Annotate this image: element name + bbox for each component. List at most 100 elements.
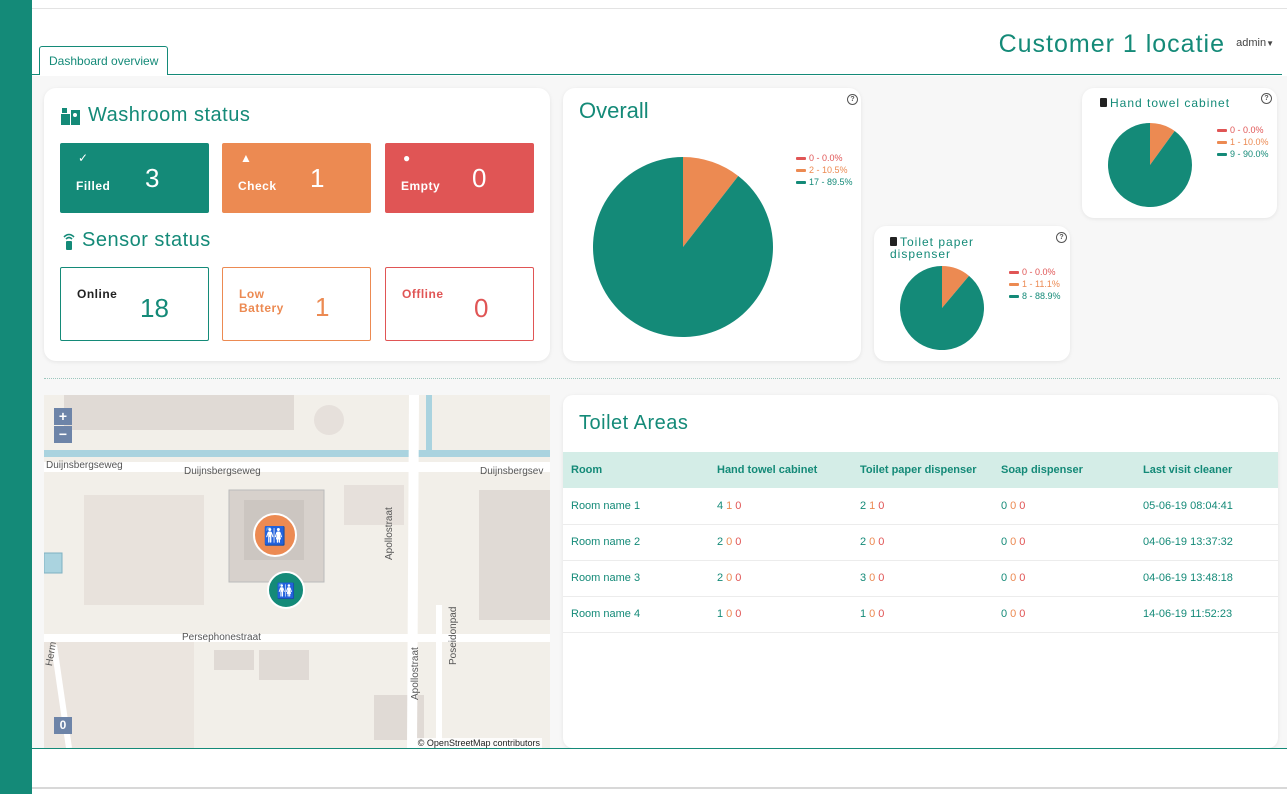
- table-row[interactable]: Room name 4 1 0 0 1 0 0 0 0 0 14-06-19 11:52:23: [563, 596, 1278, 633]
- zoom-in-button[interactable]: +: [54, 408, 72, 425]
- offline-label: Offline: [402, 287, 444, 301]
- empty-count: 0: [472, 163, 487, 193]
- map-attribution[interactable]: © OpenStreetMap contributors: [415, 738, 542, 748]
- tab-dashboard-overview[interactable]: Dashboard overview: [39, 46, 169, 75]
- table-row[interactable]: Room name 3 2 0 0 3 0 0 0 0 0 04-06-19 13:48:18: [563, 560, 1278, 597]
- zoom-out-button[interactable]: −: [54, 426, 72, 443]
- street-label: Apollostraat: [410, 647, 421, 700]
- room-name-cell[interactable]: Room name 4: [563, 596, 709, 633]
- status-count: 0: [1019, 572, 1026, 584]
- check-status-box[interactable]: ▲ Check 1: [222, 143, 371, 213]
- paper-status-cell: 210: [852, 488, 993, 525]
- status-count: 0: [1010, 608, 1017, 620]
- building: [314, 405, 344, 435]
- check-count: 1: [310, 163, 325, 193]
- washroom-status-heading: Washroom status: [60, 104, 250, 127]
- building: [84, 495, 204, 605]
- column-header-room[interactable]: Room: [563, 452, 709, 488]
- status-count: 3: [860, 572, 867, 584]
- pool: [44, 552, 63, 574]
- building: [344, 485, 404, 525]
- towel-status-cell: 100: [709, 596, 852, 633]
- status-count: 1: [717, 608, 724, 620]
- towel-status-cell: 410: [709, 488, 852, 525]
- help-icon[interactable]: ?: [1261, 93, 1272, 104]
- low-battery-status-box[interactable]: Low Battery 1: [222, 267, 371, 341]
- towel-status-cell: 200: [709, 524, 852, 561]
- street-label: Poseidonpad: [448, 606, 459, 665]
- help-icon[interactable]: ?: [1056, 232, 1067, 243]
- chevron-down-icon: ▼: [1266, 39, 1274, 48]
- map-canvas: 🚻 🚻: [44, 395, 550, 748]
- building: [479, 490, 550, 620]
- column-header-hand-towel[interactable]: Hand towel cabinet: [709, 452, 852, 488]
- legend-item: 8 - 88.9%: [1009, 290, 1061, 302]
- toilet-areas-card: Toilet Areas Room Hand towel cabinet Toi…: [563, 395, 1278, 748]
- legend-item: 1 - 11.1%: [1009, 278, 1061, 290]
- column-header-last-visit[interactable]: Last visit cleaner: [1135, 452, 1278, 488]
- offline-status-box[interactable]: Offline 0: [385, 267, 534, 341]
- status-count: 0: [735, 536, 742, 548]
- building: [64, 395, 294, 430]
- legend-swatch: [1217, 140, 1227, 144]
- hand-towel-chart-title: Hand towel cabinet: [1100, 96, 1230, 110]
- legend-label: 1 - 10.0%: [1230, 137, 1269, 147]
- status-count: 0: [1001, 536, 1008, 548]
- help-icon[interactable]: ?: [847, 94, 858, 105]
- status-count: 0: [1001, 608, 1008, 620]
- status-count: 0: [869, 572, 876, 584]
- building: [259, 650, 309, 680]
- pie-slice[interactable]: [900, 266, 984, 350]
- paper-status-cell: 300: [852, 560, 993, 597]
- status-count: 2: [860, 499, 867, 512]
- washroom-icon: [61, 107, 80, 125]
- status-count: 0: [1001, 572, 1008, 584]
- legend-label: 2 - 10.5%: [809, 165, 848, 175]
- empty-label: Empty: [401, 179, 441, 193]
- restroom-icon: 🚻: [264, 525, 286, 547]
- room-name-cell[interactable]: Room name 3: [563, 560, 709, 597]
- status-count: 0: [878, 536, 885, 548]
- legend-item: 0 - 0.0%: [796, 152, 853, 164]
- table-row[interactable]: Room name 2 2 0 0 2 0 0 0 0 0 04-06-19 13:37:32: [563, 524, 1278, 561]
- overall-chart-legend: 0 - 0.0% 2 - 10.5% 17 - 89.5%: [796, 152, 853, 188]
- legend-swatch: [796, 156, 806, 160]
- pie-slice[interactable]: [1108, 123, 1192, 207]
- check-label: Check: [238, 179, 277, 193]
- status-count: 0: [1019, 608, 1026, 620]
- room-name-cell[interactable]: Room name 2: [563, 524, 709, 561]
- bottom-divider: [32, 787, 1287, 789]
- toilet-paper-chart-title: Toilet paper dispenser: [890, 236, 974, 260]
- column-header-toilet-paper[interactable]: Toilet paper dispenser: [852, 452, 993, 488]
- status-count: 0: [735, 499, 742, 512]
- online-label: Online: [77, 287, 118, 301]
- street-label: Apollostraat: [384, 507, 395, 560]
- column-header-soap[interactable]: Soap dispenser: [993, 452, 1135, 488]
- filled-status-box[interactable]: ✓ Filled 3: [60, 143, 209, 213]
- hand-towel-pie-chart: [1108, 123, 1192, 207]
- user-menu[interactable]: admin▼: [1236, 37, 1274, 49]
- status-count: 0: [726, 608, 733, 620]
- hand-towel-title-text: Hand towel cabinet: [1110, 96, 1231, 110]
- overall-chart-card: Overall ? 0 - 0.0% 2 - 10.5% 17 - 89.5%: [563, 88, 861, 361]
- status-count: 0: [726, 536, 733, 548]
- canal: [426, 395, 432, 455]
- toilet-paper-pie-chart: [900, 266, 984, 350]
- status-count: 0: [878, 608, 885, 620]
- toilet-areas-table: Room Hand towel cabinet Toilet paper dis…: [563, 452, 1278, 633]
- street-label: Duijnsbergseweg: [184, 466, 261, 477]
- pie-slice[interactable]: [593, 157, 773, 337]
- legend-item: 0 - 0.0%: [1217, 124, 1269, 136]
- empty-status-box[interactable]: ● Empty 0: [385, 143, 534, 213]
- map-view[interactable]: 🚻 🚻 Duijnsbergseweg Duijnsbergseweg Duij…: [44, 395, 550, 748]
- sensor-status-title: Sensor status: [82, 229, 211, 251]
- online-status-box[interactable]: Online 18: [60, 267, 209, 341]
- section-divider: [44, 378, 1280, 379]
- warning-icon: ▲: [240, 151, 252, 165]
- status-count: 0: [1010, 499, 1017, 512]
- table-row[interactable]: Room name 1 4 1 0 2 1 0 0 0 0 05-06-19 08:04:41: [563, 488, 1278, 525]
- room-name-cell[interactable]: Room name 1: [563, 488, 709, 525]
- status-count: 2: [717, 536, 724, 548]
- status-count: 0: [726, 572, 733, 584]
- paper-status-cell: 100: [852, 596, 993, 633]
